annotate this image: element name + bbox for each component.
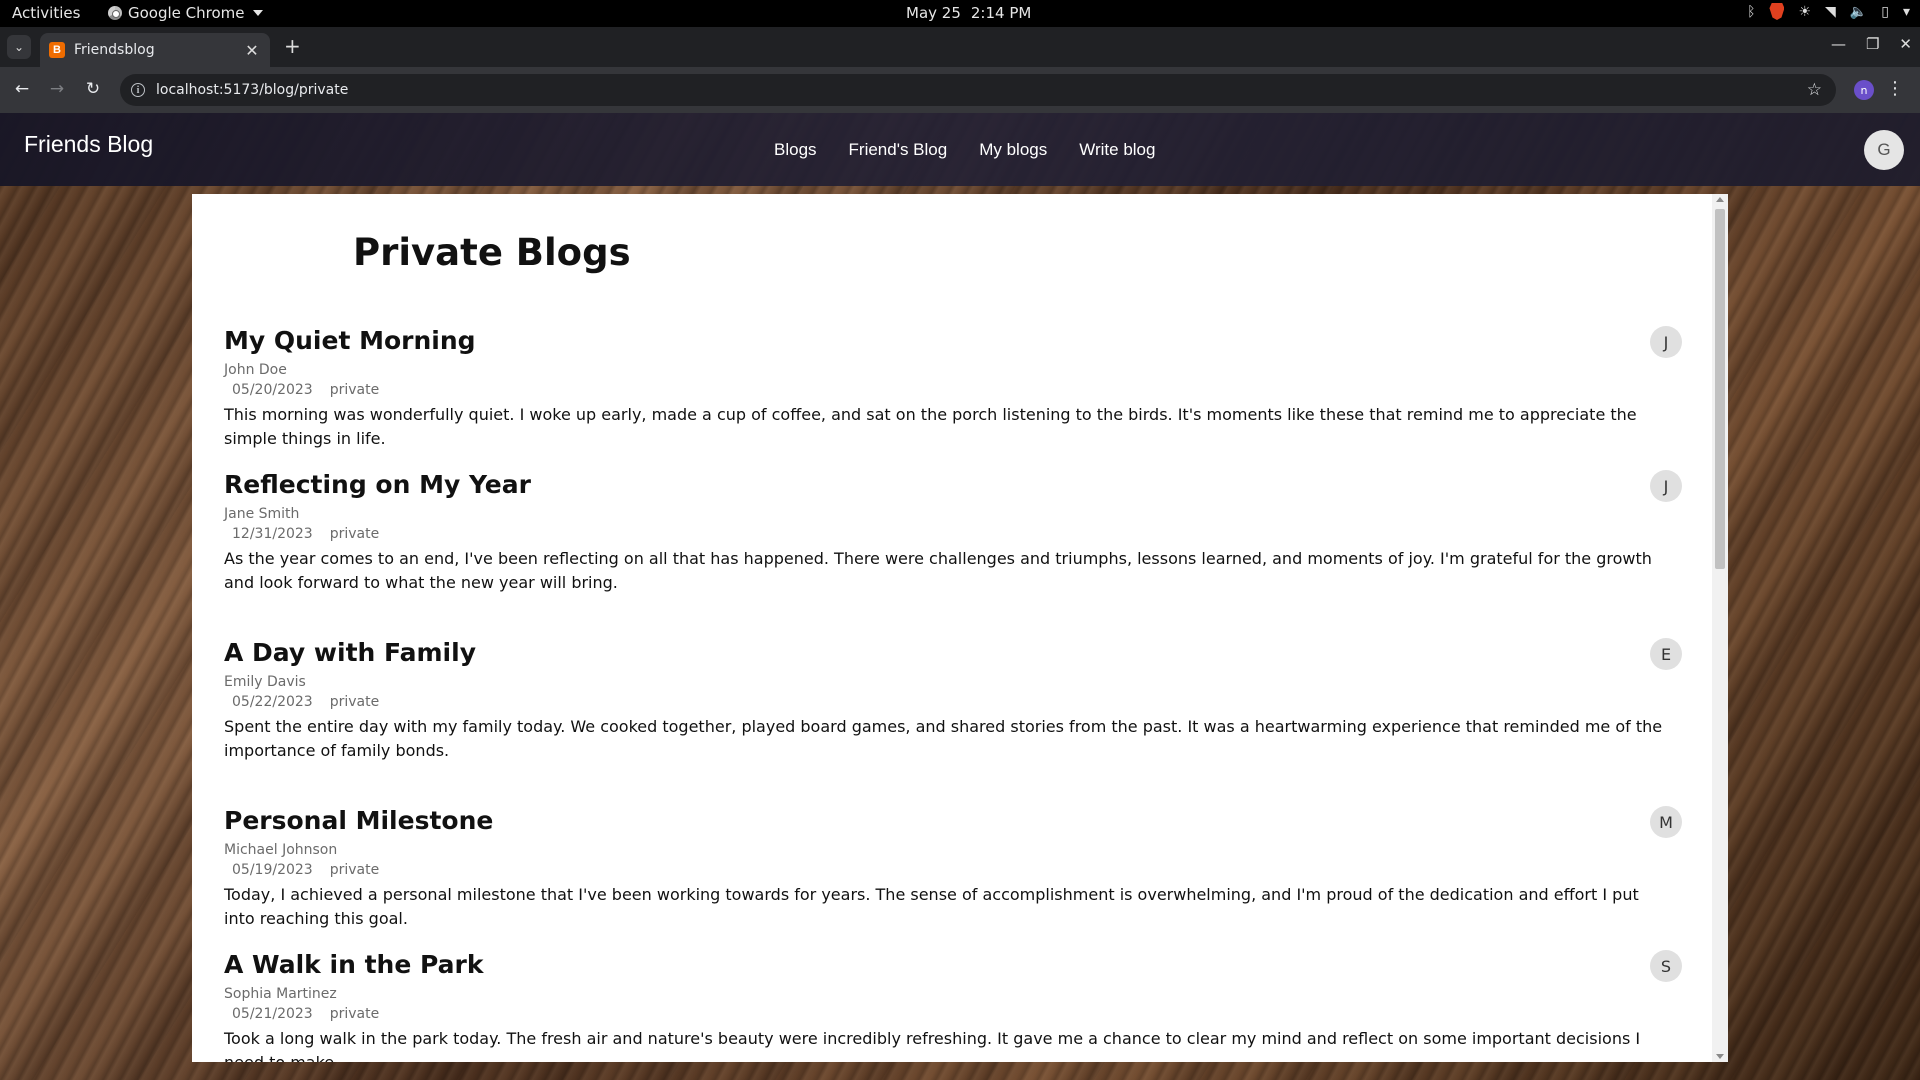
post-date: 05/21/2023 — [232, 1006, 313, 1022]
site-header: Friends Blog Blogs Friend's Blog My blog… — [0, 113, 1920, 186]
nav-friends-blog[interactable]: Friend's Blog — [849, 140, 948, 160]
post-title[interactable]: Reflecting on My Year — [224, 470, 1682, 500]
battery-icon: ▯ — [1881, 3, 1889, 20]
post-meta: 05/20/2023 private — [232, 381, 1682, 399]
tab-strip: ⌄ B Friendsblog ✕ + — ❐ ✕ — [0, 27, 1920, 67]
volume-icon: 🔈 — [1849, 3, 1868, 20]
tab-search-button[interactable]: ⌄ — [7, 35, 31, 59]
post-visibility: private — [329, 694, 380, 710]
address-bar[interactable]: i localhost:5173/blog/private ☆ — [120, 74, 1836, 106]
blog-post[interactable]: Reflecting on My Year Jane Smith 12/31/2… — [224, 470, 1682, 595]
post-author: John Doe — [224, 362, 287, 378]
brave-icon — [1769, 3, 1785, 20]
post-title[interactable]: Personal Milestone — [224, 806, 1682, 836]
post-body: This morning was wonderfully quiet. I wo… — [224, 405, 1637, 448]
nav-write-blog[interactable]: Write blog — [1079, 140, 1155, 160]
post-author: Michael Johnson — [224, 842, 338, 858]
system-top-bar: Activities Google Chrome May 25 2:14 PM … — [0, 0, 1920, 27]
app-menu-label: Google Chrome — [128, 4, 245, 22]
clock-date: May 25 — [906, 4, 961, 22]
restore-icon[interactable]: ❐ — [1866, 35, 1879, 53]
scrollbar-thumb[interactable] — [1715, 209, 1725, 569]
post-visibility: private — [329, 1006, 380, 1022]
author-avatar[interactable]: M — [1650, 806, 1682, 838]
app-menu[interactable]: Google Chrome — [108, 4, 263, 22]
site-info-icon[interactable]: i — [131, 83, 145, 97]
post-date: 05/20/2023 — [232, 382, 313, 398]
bookmark-star-icon[interactable]: ☆ — [1807, 80, 1822, 100]
clock-time: 2:14 PM — [970, 4, 1032, 22]
profile-avatar[interactable]: n — [1854, 80, 1874, 100]
forward-icon[interactable]: → — [45, 79, 69, 99]
browser-tab[interactable]: B Friendsblog ✕ — [40, 33, 270, 67]
chevron-down-icon — [252, 10, 263, 16]
clock[interactable]: May 25 2:14 PM — [906, 4, 1031, 22]
author-avatar[interactable]: S — [1650, 950, 1682, 982]
scrollbar[interactable] — [1712, 194, 1728, 1062]
post-date: 05/19/2023 — [232, 862, 313, 878]
new-tab-button[interactable]: + — [284, 36, 301, 56]
more-menu-icon[interactable]: ⋮ — [1886, 78, 1904, 99]
url-text[interactable]: localhost:5173/blog/private — [156, 82, 1807, 98]
bluetooth-icon: ᛒ — [1747, 3, 1756, 20]
post-meta: 05/21/2023 private — [232, 1005, 1682, 1023]
post-body: As the year comes to an end, I've been r… — [224, 549, 1652, 592]
brightness-icon: ☀ — [1798, 3, 1812, 20]
close-window-icon[interactable]: ✕ — [1899, 35, 1912, 53]
blogger-favicon-icon: B — [49, 42, 65, 58]
blog-post[interactable]: A Day with Family Emily Davis 05/22/2023… — [224, 638, 1682, 763]
post-body: Today, I achieved a personal milestone t… — [224, 885, 1639, 928]
scroll-down-icon[interactable] — [1716, 1054, 1724, 1059]
activities-button[interactable]: Activities — [12, 4, 80, 22]
tab-title: Friendsblog — [74, 42, 155, 58]
blog-list-card: Private Blogs My Quiet Morning John Doe … — [192, 194, 1728, 1062]
post-visibility: private — [329, 526, 380, 542]
nav-my-blogs[interactable]: My blogs — [979, 140, 1047, 160]
post-meta: 05/19/2023 private — [232, 861, 1682, 879]
blog-post[interactable]: Personal Milestone Michael Johnson 05/19… — [224, 806, 1682, 931]
blog-post[interactable]: My Quiet Morning John Doe 05/20/2023 pri… — [224, 326, 1682, 451]
wifi-icon: ◥ — [1825, 3, 1836, 20]
user-avatar[interactable]: G — [1864, 130, 1904, 170]
post-title[interactable]: My Quiet Morning — [224, 326, 1682, 356]
reload-icon[interactable]: ↻ — [81, 79, 105, 99]
back-icon[interactable]: ← — [10, 79, 34, 99]
post-author: Jane Smith — [224, 506, 300, 522]
post-date: 05/22/2023 — [232, 694, 313, 710]
post-body: Spent the entire day with my family toda… — [224, 717, 1663, 760]
post-author: Emily Davis — [224, 674, 306, 690]
author-avatar[interactable]: J — [1650, 470, 1682, 502]
post-title[interactable]: A Day with Family — [224, 638, 1682, 668]
post-meta: 12/31/2023 private — [232, 525, 1682, 543]
browser-toolbar: ← → ↻ i localhost:5173/blog/private ☆ n … — [0, 67, 1920, 113]
nav-blogs[interactable]: Blogs — [774, 140, 817, 160]
minimize-icon[interactable]: — — [1831, 35, 1846, 53]
close-icon[interactable]: ✕ — [242, 41, 262, 60]
power-menu-icon: ▾ — [1902, 3, 1910, 20]
author-avatar[interactable]: E — [1650, 638, 1682, 670]
post-visibility: private — [329, 862, 380, 878]
system-tray[interactable]: ᛒ ☀ ◥ 🔈 ▯ ▾ — [1747, 3, 1910, 20]
scroll-up-icon[interactable] — [1716, 197, 1724, 202]
page-title: Private Blogs — [353, 231, 631, 274]
window-controls: — ❐ ✕ — [1831, 35, 1912, 53]
main-nav: Blogs Friend's Blog My blogs Write blog — [774, 140, 1155, 160]
author-avatar[interactable]: J — [1650, 326, 1682, 358]
post-title[interactable]: A Walk in the Park — [224, 950, 1682, 980]
post-author: Sophia Martinez — [224, 986, 337, 1002]
post-visibility: private — [329, 382, 380, 398]
page-viewport: Friends Blog Blogs Friend's Blog My blog… — [0, 113, 1920, 1080]
chrome-icon — [108, 6, 122, 20]
post-body: Took a long walk in the park today. The … — [224, 1029, 1641, 1062]
post-meta: 05/22/2023 private — [232, 693, 1682, 711]
site-brand[interactable]: Friends Blog — [24, 131, 153, 158]
post-date: 12/31/2023 — [232, 526, 313, 542]
blog-post[interactable]: A Walk in the Park Sophia Martinez 05/21… — [224, 950, 1682, 1062]
